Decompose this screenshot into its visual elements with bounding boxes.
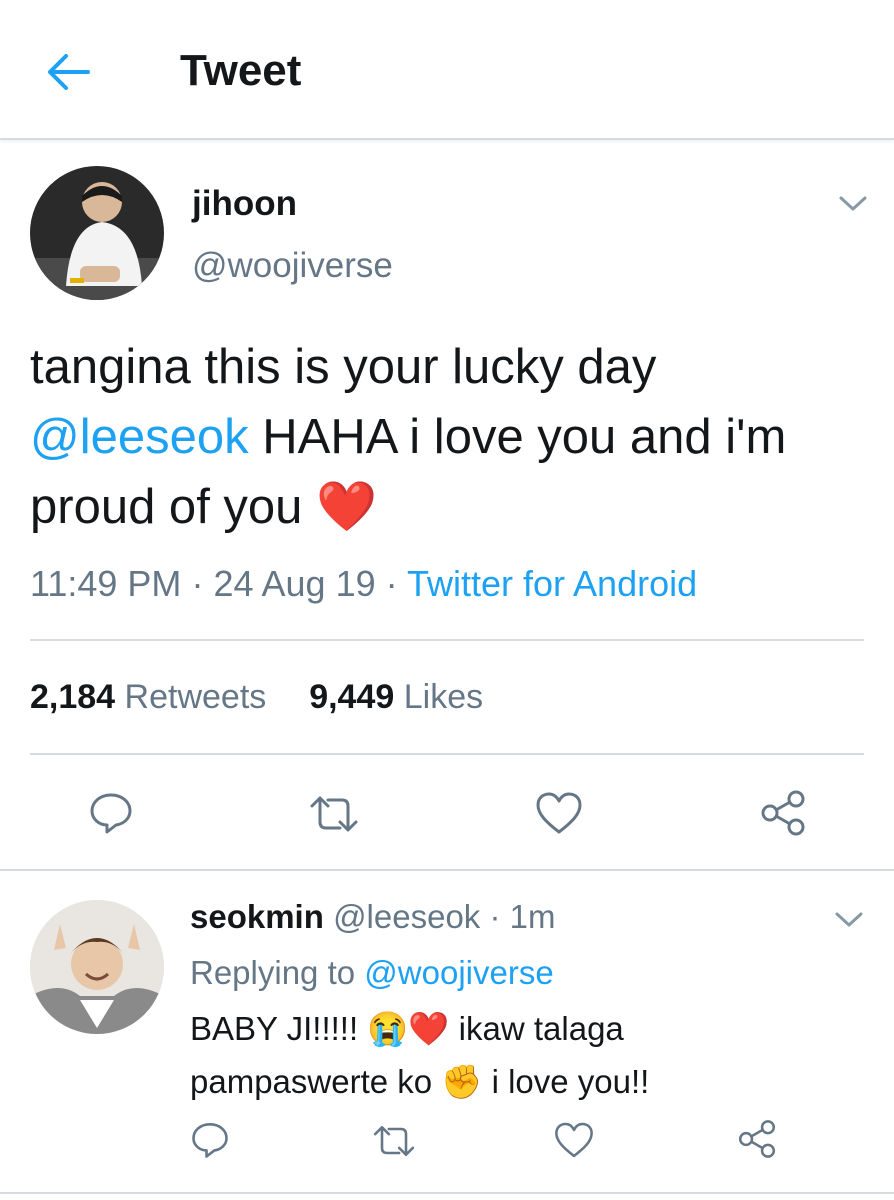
author-name[interactable]: jihoon [192,184,297,224]
reply-author-name[interactable]: seokmin [190,898,324,935]
reply-icon[interactable] [190,1120,230,1165]
meta-separator: · [489,898,501,935]
reply-icon[interactable] [88,790,134,841]
top-bar [0,0,894,140]
likes-stat[interactable]: 9,449 Likes [309,678,483,716]
crying-heart-emoji: 😭❤️ [367,1010,450,1047]
author-avatar[interactable] [30,166,164,300]
retweets-count: 2,184 [30,678,116,716]
reply-author-avatar[interactable] [30,900,164,1034]
tweet-text-part1: tangina this is your lucky day [30,340,657,394]
reply-author-handle[interactable]: @leeseok [333,898,480,935]
replying-label: Replying to [190,954,356,991]
heart-emoji: ❤️ [316,480,378,534]
retweets-label: Retweets [124,678,267,716]
page-title: Tweet [180,46,302,95]
retweet-icon[interactable] [306,792,362,841]
meta-separator: · [191,563,204,604]
reply-line1-rest: ikaw talaga [458,1010,624,1047]
likes-count: 9,449 [309,678,395,716]
like-icon[interactable] [553,1120,595,1165]
reply-text: BABY JI!!!!! 😭❤️ ikaw talaga pampaswerte… [190,1002,850,1108]
share-icon[interactable] [736,1118,778,1165]
likes-label: Likes [403,678,484,716]
tweet-text: tangina this is your lucky day @leeseok … [30,332,870,542]
divider [30,639,864,641]
retweets-stat[interactable]: 2,184 Retweets [30,678,266,716]
tweet-time: 11:49 PM [30,563,182,604]
tweet-stats: 2,184 Retweets 9,449 Likes [30,678,483,717]
chevron-down-icon[interactable] [838,194,868,214]
tweet-meta: 11:49 PM · 24 Aug 19 · Twitter for Andro… [30,563,697,605]
reply-age: 1m [509,898,556,935]
replying-to: Replying to @woojiverse [190,954,554,992]
reply-line1-text: BABY JI!!!!! [190,1010,359,1047]
section-divider [0,1192,894,1194]
reply-line2-rest: i love you!! [491,1063,650,1100]
fist-emoji: ✊ [441,1063,483,1100]
divider [30,753,864,755]
author-handle[interactable]: @woojiverse [192,246,393,286]
like-icon[interactable] [534,790,584,841]
reply-line2-text: pampaswerte ko [190,1063,433,1100]
meta-separator: · [385,563,398,604]
chevron-down-icon[interactable] [834,910,864,930]
tweet-date: 24 Aug 19 [213,563,376,604]
tweet-source-link[interactable]: Twitter for Android [407,563,697,604]
replying-handle-link[interactable]: @woojiverse [364,954,553,991]
reply-header: seokmin @leeseok · 1m [190,898,556,936]
tweet-mention-link[interactable]: @leeseok [30,410,249,464]
retweet-icon[interactable] [370,1122,418,1165]
share-icon[interactable] [758,788,808,843]
section-divider [0,869,894,871]
back-arrow-icon[interactable] [44,50,94,94]
